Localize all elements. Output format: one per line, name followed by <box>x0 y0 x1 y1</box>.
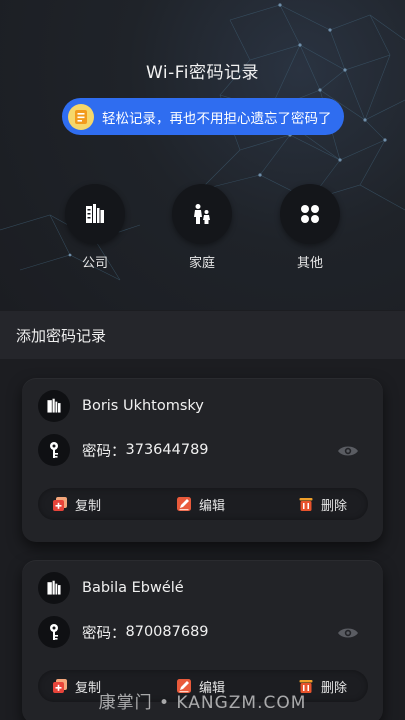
edit-label: 编辑 <box>199 498 226 514</box>
watermark: 康掌门 • KANGZM.COM <box>98 693 307 713</box>
delete-button[interactable]: 删除 <box>298 488 347 520</box>
password-value: 870087689 <box>125 624 209 640</box>
record-password-row: 密码： 870087689 <box>38 616 209 648</box>
hero-header: Wi-Fi密码记录 轻松记录，再也不用担心遗忘了密码了 公司 家庭 其他 <box>0 0 405 310</box>
banner-text: 轻松记录，再也不用担心遗忘了密码了 <box>102 110 332 127</box>
password-value: 373644789 <box>125 442 209 458</box>
category-label: 公司 <box>81 256 108 271</box>
copy-icon <box>53 497 67 511</box>
add-record-header[interactable]: 添加密码记录 <box>0 311 405 359</box>
family-icon <box>172 184 232 244</box>
key-icon <box>38 616 70 648</box>
record-name-row: Babila Ebwélé <box>38 572 184 604</box>
grid-icon <box>280 184 340 244</box>
key-icon <box>38 434 70 466</box>
record-name: Boris Ukhtomsky <box>82 398 204 414</box>
edit-icon <box>177 497 191 511</box>
record-actions: 复制 编辑 删除 <box>38 488 368 520</box>
app-title: Wi-Fi密码记录 <box>145 63 260 83</box>
category-other[interactable]: 其他 <box>279 184 341 271</box>
copy-label: 复制 <box>75 498 102 514</box>
record-password-row: 密码： 373644789 <box>38 434 209 466</box>
copy-button[interactable]: 复制 <box>52 488 101 520</box>
record-name-row: Boris Ukhtomsky <box>38 390 204 422</box>
note-icon <box>68 103 94 130</box>
delete-label: 删除 <box>321 498 348 514</box>
category-label: 家庭 <box>188 256 215 271</box>
edit-button[interactable]: 编辑 <box>176 488 225 520</box>
eye-icon[interactable] <box>337 440 359 462</box>
password-label: 密码： <box>82 443 126 460</box>
building-icon <box>65 184 125 244</box>
category-company[interactable]: 公司 <box>64 184 126 271</box>
tip-banner[interactable]: 轻松记录，再也不用担心遗忘了密码了 <box>62 98 344 135</box>
building-icon <box>38 572 70 604</box>
category-family[interactable]: 家庭 <box>171 184 233 271</box>
eye-icon[interactable] <box>337 622 359 644</box>
record-name: Babila Ebwélé <box>82 580 184 596</box>
category-label: 其他 <box>296 256 323 271</box>
password-label: 密码： <box>82 625 126 642</box>
building-icon <box>38 390 70 422</box>
record-card[interactable]: Boris Ukhtomsky 密码： 373644789 复制 编辑 删除 <box>22 378 383 542</box>
trash-icon <box>299 498 313 511</box>
